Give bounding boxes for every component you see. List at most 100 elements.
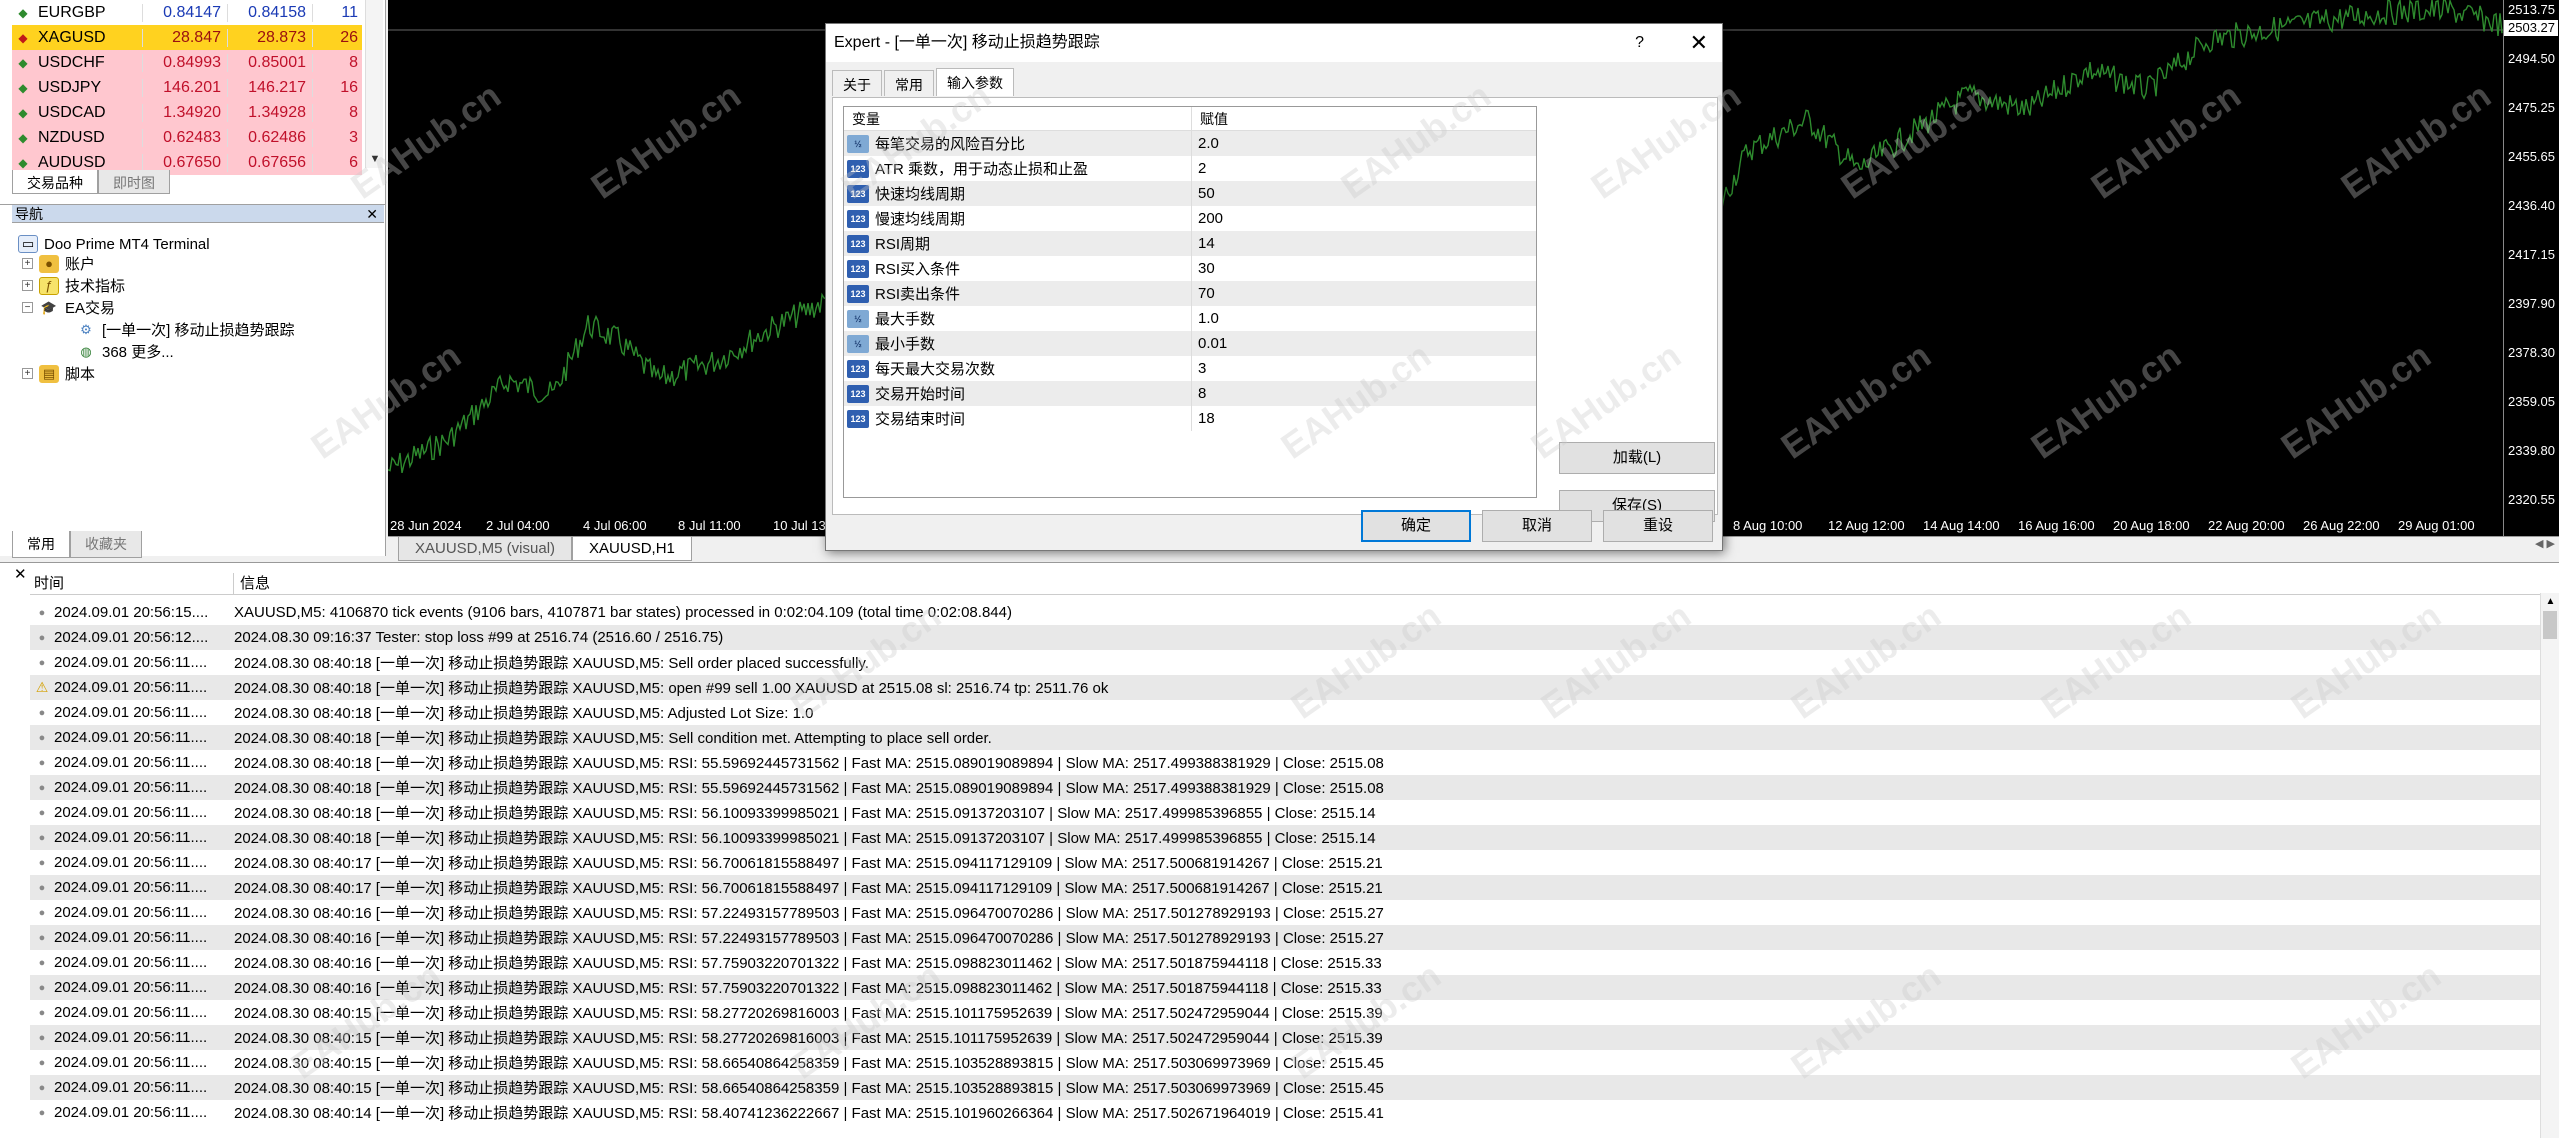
expand-icon[interactable]: +	[22, 368, 33, 379]
market-watch-row[interactable]: ◆ EURGBP 0.84147 0.84158 11	[12, 0, 362, 25]
chart-tab-scroll-icon[interactable]: ◀ ▶	[2535, 537, 2555, 550]
journal-message: 2024.08.30 08:40:17 [一单一次] 移动止损趋势跟踪 XAUU…	[234, 855, 1383, 872]
journal-row[interactable]: ● 2024.09.01 20:56:11.... 2024.08.30 08:40…	[30, 775, 2540, 800]
nav-indicators[interactable]: + ƒ 技术指标	[22, 275, 125, 296]
param-row[interactable]: 123 RSI卖出条件 70	[844, 281, 1536, 306]
journal-row[interactable]: ● 2024.09.01 20:56:11.... 2024.08.30 08:40…	[30, 700, 2540, 725]
dialog-title-bar[interactable]: Expert - [一单一次] 移动止损趋势跟踪 ? ✕	[826, 24, 1722, 62]
nav-scripts[interactable]: + ▤ 脚本	[22, 363, 95, 384]
collapse-icon[interactable]: −	[22, 302, 33, 313]
journal-row[interactable]: ● 2024.09.01 20:56:11.... 2024.08.30 08:40…	[30, 825, 2540, 850]
tab-common[interactable]: 常用	[12, 531, 70, 558]
journal-row[interactable]: ● 2024.09.01 20:56:11.... 2024.08.30 08:40…	[30, 725, 2540, 750]
reset-button[interactable]: 重设	[1603, 510, 1713, 542]
market-watch-row[interactable]: ◆ USDCHF 0.84993 0.85001 8	[12, 50, 362, 75]
param-row[interactable]: 123 交易开始时间 8	[844, 381, 1536, 406]
symbol-name: USDCAD	[38, 103, 106, 121]
tab-about[interactable]: 关于	[832, 70, 882, 96]
market-watch-scrollbar[interactable]: ▼	[365, 0, 383, 168]
param-value[interactable]: 8	[1192, 385, 1206, 402]
journal-row[interactable]: ⚠ 2024.09.01 20:56:11.... 2024.08.30 08:40…	[30, 675, 2540, 700]
param-value[interactable]: 70	[1192, 285, 1215, 302]
market-watch-row[interactable]: ◆ XAGUSD 28.847 28.873 26	[12, 25, 362, 50]
param-name: 每笔交易的风险百分比	[875, 136, 1026, 153]
journal-row[interactable]: ● 2024.09.01 20:56:11.... 2024.08.30 08:40…	[30, 975, 2540, 1000]
journal-row[interactable]: ● 2024.09.01 20:56:11.... 2024.08.30 08:40…	[30, 950, 2540, 975]
expand-icon[interactable]: +	[22, 280, 33, 291]
param-row[interactable]: ½ 最大手数 1.0	[844, 306, 1536, 331]
journal-time: 2024.09.01 20:56:11....	[54, 729, 208, 746]
tab-symbols[interactable]: 交易品种	[12, 170, 98, 194]
cancel-button[interactable]: 取消	[1482, 510, 1592, 542]
param-row[interactable]: 123 慢速均线周期 200	[844, 206, 1536, 231]
param-value[interactable]: 50	[1192, 185, 1215, 202]
param-value[interactable]: 200	[1192, 210, 1223, 227]
journal-row[interactable]: ● 2024.09.01 20:56:11.... 2024.08.30 08:40…	[30, 1100, 2540, 1125]
help-icon[interactable]: ?	[1635, 24, 1644, 62]
col-time-header: 时间	[30, 573, 234, 594]
expand-icon[interactable]: +	[22, 258, 33, 269]
param-row[interactable]: 123 快速均线周期 50	[844, 181, 1536, 206]
journal-row[interactable]: ● 2024.09.01 20:56:15.... XAUUSD,M5: 41068…	[30, 600, 2540, 625]
nav-root[interactable]: ▭ Doo Prime MT4 Terminal	[18, 235, 210, 253]
param-value[interactable]: 14	[1192, 235, 1215, 252]
market-watch-row[interactable]: ◆ USDJPY 146.201 146.217 16	[12, 75, 362, 100]
direction-icon: ◆	[18, 155, 28, 170]
param-row[interactable]: 123 ATR 乘数，用于动态止损和止盈 2	[844, 156, 1536, 181]
time-tick-label: 29 Aug 01:00	[2398, 518, 2475, 533]
tab-tick-chart[interactable]: 即时图	[98, 170, 170, 194]
market-watch-row[interactable]: ◆ NZDUSD 0.62483 0.62486 3	[12, 125, 362, 150]
param-value[interactable]: 30	[1192, 260, 1215, 277]
param-row[interactable]: 123 RSI买入条件 30	[844, 256, 1536, 281]
param-value[interactable]: 18	[1192, 410, 1215, 427]
journal-row[interactable]: ● 2024.09.01 20:56:11.... 2024.08.30 08:40…	[30, 650, 2540, 675]
scroll-down-icon[interactable]: ▼	[366, 150, 384, 168]
param-value[interactable]: 3	[1192, 360, 1206, 377]
ok-button[interactable]: 确定	[1361, 510, 1471, 542]
tab-chart-h1[interactable]: XAUUSD,H1	[572, 537, 692, 561]
journal-row[interactable]: ● 2024.09.01 20:56:11.... 2024.08.30 08:40…	[30, 850, 2540, 875]
price-line-left	[388, 292, 829, 474]
nav-expert-advisors[interactable]: − 🎓 EA交易	[22, 297, 115, 318]
journal-row[interactable]: ● 2024.09.01 20:56:11.... 2024.08.30 08:40…	[30, 1075, 2540, 1100]
nav-more[interactable]: ◍ 368 更多...	[76, 341, 173, 362]
journal-row[interactable]: ● 2024.09.01 20:56:11.... 2024.08.30 08:40…	[30, 925, 2540, 950]
journal-row[interactable]: ● 2024.09.01 20:56:12.... 2024.08.30 09:16…	[30, 625, 2540, 650]
nav-ea-item[interactable]: ⚙ [一单一次] 移动止损趋势跟踪	[76, 319, 294, 340]
journal-row[interactable]: ● 2024.09.01 20:56:11.... 2024.08.30 08:40…	[30, 1000, 2540, 1025]
param-variable: ½ 最小手数	[844, 331, 1192, 356]
journal-row[interactable]: ● 2024.09.01 20:56:11.... 2024.08.30 08:40…	[30, 875, 2540, 900]
param-row[interactable]: 123 RSI周期 14	[844, 231, 1536, 256]
param-value[interactable]: 2	[1192, 160, 1206, 177]
param-value[interactable]: 0.01	[1192, 335, 1227, 352]
scroll-up-icon[interactable]: ▲	[2541, 593, 2559, 611]
close-icon[interactable]: ✕	[366, 205, 378, 223]
tab-common[interactable]: 常用	[884, 70, 934, 96]
param-row[interactable]: 123 每天最大交易次数 3	[844, 356, 1536, 381]
param-value[interactable]: 1.0	[1192, 310, 1219, 327]
bid-price: 0.67650	[142, 153, 227, 172]
param-row[interactable]: ½ 每笔交易的风险百分比 2.0	[844, 131, 1536, 156]
nav-accounts[interactable]: + ● 账户	[22, 253, 95, 274]
journal-row[interactable]: ● 2024.09.01 20:56:11.... 2024.08.30 08:40…	[30, 1025, 2540, 1050]
bid-price: 28.847	[142, 28, 227, 47]
param-row[interactable]: 123 交易结束时间 18	[844, 406, 1536, 431]
close-icon[interactable]: ✕	[14, 565, 27, 583]
journal-row[interactable]: ● 2024.09.01 20:56:11.... 2024.08.30 08:40…	[30, 750, 2540, 775]
tab-chart-m5-visual[interactable]: XAUUSD,M5 (visual)	[398, 537, 573, 561]
bid-price: 0.62483	[142, 128, 227, 147]
journal-scrollbar[interactable]: ▲	[2540, 593, 2559, 1138]
scroll-thumb[interactable]	[2543, 611, 2557, 639]
close-icon[interactable]: ✕	[1690, 24, 1708, 62]
journal-row[interactable]: ● 2024.09.01 20:56:11.... 2024.08.30 08:40…	[30, 1050, 2540, 1075]
tab-favorites[interactable]: 收藏夹	[70, 531, 142, 558]
info-dot-icon: ●	[38, 631, 46, 644]
param-value[interactable]: 2.0	[1192, 135, 1219, 152]
market-watch-row[interactable]: ◆ USDCAD 1.34920 1.34928 8	[12, 100, 362, 125]
journal-row[interactable]: ● 2024.09.01 20:56:11.... 2024.08.30 08:40…	[30, 900, 2540, 925]
tab-inputs[interactable]: 输入参数	[936, 68, 1014, 96]
integer-type-icon: 123	[847, 159, 869, 178]
load-button[interactable]: 加载(L)	[1559, 442, 1715, 474]
param-row[interactable]: ½ 最小手数 0.01	[844, 331, 1536, 356]
journal-row[interactable]: ● 2024.09.01 20:56:11.... 2024.08.30 08:40…	[30, 800, 2540, 825]
